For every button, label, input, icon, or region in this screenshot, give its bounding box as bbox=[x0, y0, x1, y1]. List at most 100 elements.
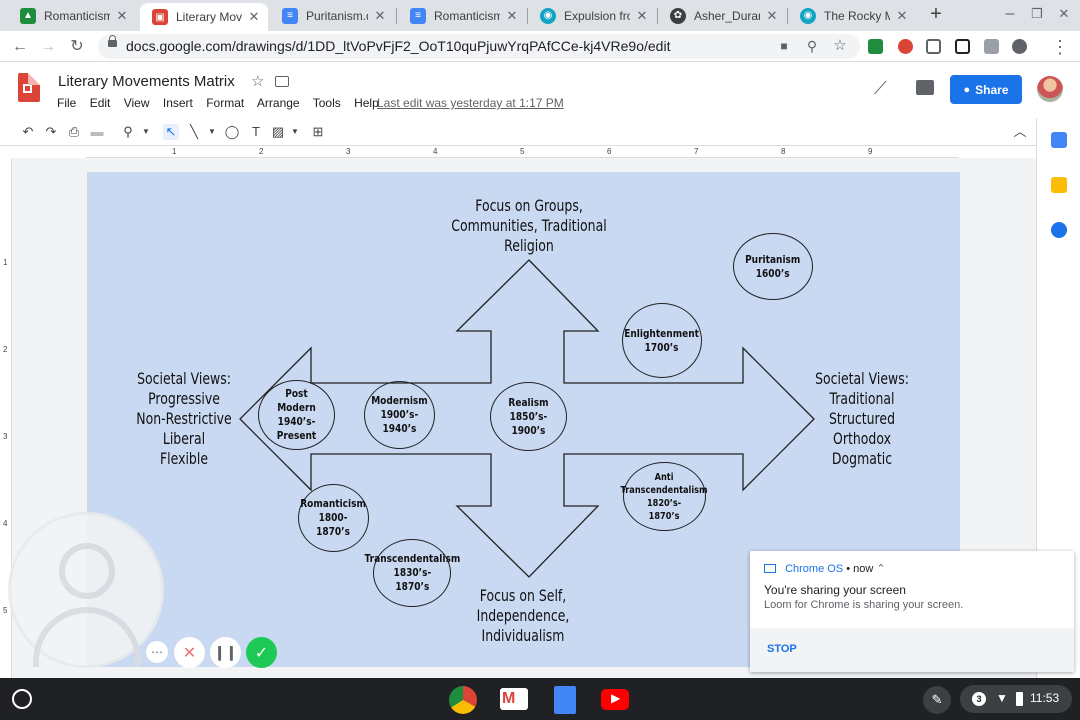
browser-tab-active[interactable]: ▣ Literary Movements Matrix ✕ bbox=[140, 3, 268, 31]
zoom-icon[interactable]: ⚲ bbox=[120, 124, 136, 140]
close-tab-icon[interactable]: ✕ bbox=[894, 8, 910, 24]
puritanism-node[interactable]: Puritanism 1600’s bbox=[733, 233, 813, 300]
chevron-up-icon[interactable]: ⌃ bbox=[876, 563, 885, 575]
redo-icon[interactable]: ↷ bbox=[43, 124, 59, 140]
image-icon[interactable]: ▨ bbox=[270, 124, 286, 140]
extension-icon[interactable] bbox=[898, 39, 913, 54]
calendar-icon[interactable] bbox=[1051, 132, 1067, 148]
text-box-icon[interactable]: T bbox=[248, 124, 264, 140]
menu-edit[interactable]: Edit bbox=[90, 96, 111, 110]
tasks-icon[interactable] bbox=[1051, 222, 1067, 238]
menu-insert[interactable]: Insert bbox=[163, 96, 193, 110]
collapse-chevron-icon[interactable]: ︿ bbox=[1012, 124, 1028, 140]
chevron-down-icon[interactable]: ▼ bbox=[287, 124, 303, 140]
close-tab-icon[interactable]: ✕ bbox=[372, 8, 388, 24]
transcendentalism-node[interactable]: Transcendentalism 1830’s- 1870’s bbox=[364, 539, 460, 607]
close-tab-icon[interactable]: ✕ bbox=[114, 8, 130, 24]
docs-icon[interactable] bbox=[554, 686, 576, 714]
address-bar[interactable]: docs.google.com/drawings/d/1DD_ltVoPvFjF… bbox=[98, 34, 860, 59]
menu-help[interactable]: Help bbox=[354, 96, 379, 110]
close-tab-icon[interactable]: ✕ bbox=[764, 8, 780, 24]
extension-icon[interactable] bbox=[926, 39, 941, 54]
user-avatar[interactable] bbox=[1037, 76, 1063, 102]
romanticism-node[interactable]: Romanticism 1800- 1870’s bbox=[298, 484, 369, 552]
wikimedia-icon: ✿ bbox=[670, 7, 686, 24]
close-window-button[interactable]: ✕ bbox=[1054, 4, 1074, 24]
notification-source: Chrome OS bbox=[785, 563, 844, 575]
google-drawings-logo[interactable] bbox=[18, 73, 40, 102]
url-text: docs.google.com/drawings/d/1DD_ltVoPvFjF… bbox=[126, 38, 671, 54]
menu-tools[interactable]: Tools bbox=[313, 96, 341, 110]
share-button[interactable]: ● Share bbox=[950, 75, 1022, 104]
print-icon[interactable]: ⎙ bbox=[66, 124, 82, 140]
activity-trend-icon[interactable]: ⟋ bbox=[874, 78, 887, 99]
menu-arrange[interactable]: Arrange bbox=[257, 96, 300, 110]
chevron-down-icon[interactable]: ▼ bbox=[138, 124, 154, 140]
star-icon[interactable]: ☆ bbox=[251, 72, 264, 90]
menu-file[interactable]: File bbox=[57, 96, 76, 110]
extension-icon[interactable] bbox=[984, 39, 999, 54]
new-tab-button[interactable]: + bbox=[926, 4, 946, 24]
clock[interactable]: 11:53 bbox=[1030, 691, 1059, 705]
right-axis-label: Societal Views: Traditional Structured O… bbox=[815, 369, 909, 468]
reload-button[interactable]: ↻ bbox=[67, 37, 87, 57]
bottom-axis-label: Focus on Self, Independence, Individuali… bbox=[476, 586, 570, 645]
cast-extension-icon[interactable] bbox=[868, 39, 883, 54]
menu-view[interactable]: View bbox=[124, 96, 150, 110]
notification-time: • now bbox=[846, 563, 874, 575]
zoom-icon[interactable]: ⚲ bbox=[802, 36, 822, 56]
loom-camera-bubble[interactable] bbox=[8, 512, 164, 668]
loom-finish-button[interactable]: ✓ bbox=[246, 637, 277, 668]
select-cursor-icon[interactable]: ↖ bbox=[163, 124, 179, 140]
undo-icon[interactable]: ↶ bbox=[20, 124, 36, 140]
keep-icon[interactable] bbox=[1051, 177, 1067, 193]
browser-tab[interactable]: ✿ Asher_Durand_Kindred_Spirits ✕ bbox=[658, 2, 786, 29]
chevron-down-icon[interactable]: ▼ bbox=[204, 124, 220, 140]
close-tab-icon[interactable]: ✕ bbox=[504, 8, 520, 24]
stop-sharing-button[interactable]: STOP bbox=[767, 643, 797, 655]
last-edit-link[interactable]: Last edit was yesterday at 1:17 PM bbox=[377, 96, 564, 110]
ruler-mark: 1 bbox=[172, 147, 177, 156]
loom-pause-button[interactable]: ❙❙ bbox=[210, 637, 241, 668]
post-modern-node[interactable]: Post Modern 1940’s- Present bbox=[258, 380, 335, 450]
comments-icon[interactable] bbox=[916, 80, 934, 95]
browser-menu-icon[interactable]: ⋮ bbox=[1050, 37, 1070, 57]
extension-icon[interactable] bbox=[1012, 39, 1027, 54]
node-label: Puritanism 1600’s bbox=[745, 252, 801, 280]
paint-format-icon[interactable]: ▬ bbox=[89, 124, 105, 140]
browser-tab[interactable]: ≡ Puritanism.docx ✕ bbox=[270, 2, 394, 29]
shape-icon[interactable]: ◯ bbox=[224, 124, 240, 140]
anti-transcendentalism-node[interactable]: Anti Transcendentalism 1820’s- 1870’s bbox=[621, 462, 708, 531]
minimize-button[interactable]: – bbox=[1000, 4, 1020, 24]
forward-button[interactable]: → bbox=[38, 37, 58, 57]
loom-more-button[interactable]: ⋯ bbox=[146, 641, 168, 663]
browser-tab[interactable]: ▲ Romanticism ✕ bbox=[8, 2, 136, 29]
chrome-icon[interactable] bbox=[449, 686, 477, 714]
browser-tab[interactable]: ◉ Expulsion from the Garden of Eden ✕ bbox=[528, 2, 656, 29]
camera-icon[interactable]: ■ bbox=[774, 36, 794, 56]
browser-tab[interactable]: ◉ The Rocky Mountains ✕ bbox=[788, 2, 916, 29]
insert-comment-icon[interactable]: ⊞ bbox=[310, 124, 326, 140]
menu-format[interactable]: Format bbox=[206, 96, 244, 110]
back-button[interactable]: ← bbox=[10, 37, 30, 57]
bookmark-star-icon[interactable]: ☆ bbox=[830, 36, 850, 56]
close-tab-icon[interactable]: ✕ bbox=[246, 9, 262, 25]
stylus-tools-icon[interactable]: ✎ bbox=[923, 686, 951, 714]
modernism-node[interactable]: Modernism 1900’s- 1940’s bbox=[364, 381, 435, 449]
close-tab-icon[interactable]: ✕ bbox=[634, 8, 650, 24]
ruler-mark: 5 bbox=[520, 147, 525, 156]
tab-strip: ▲ Romanticism ✕ ▣ Literary Movements Mat… bbox=[0, 0, 1080, 31]
browser-tab[interactable]: ≡ Romanticism 2 ✕ bbox=[398, 2, 526, 29]
document-title[interactable]: Literary Movements Matrix bbox=[58, 73, 235, 90]
launcher-icon[interactable] bbox=[12, 689, 32, 709]
realism-node[interactable]: Realism 1850’s- 1900’s bbox=[490, 382, 567, 451]
move-folder-icon[interactable] bbox=[275, 76, 289, 87]
enlightenment-node[interactable]: Enlightenment 1700’s bbox=[622, 303, 702, 378]
loom-cancel-button[interactable]: ✕ bbox=[174, 637, 205, 668]
youtube-icon[interactable]: ▶ bbox=[601, 689, 629, 710]
person-add-icon: ● bbox=[963, 83, 971, 96]
gmail-icon[interactable]: M bbox=[500, 688, 528, 710]
line-icon[interactable]: ╲ bbox=[186, 124, 202, 140]
grid-extension-icon[interactable] bbox=[955, 39, 970, 54]
restore-button[interactable]: ❐ bbox=[1027, 4, 1047, 24]
